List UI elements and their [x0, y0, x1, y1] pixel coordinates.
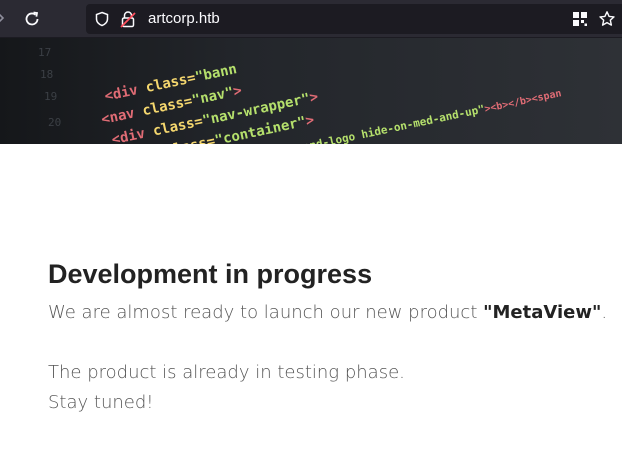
browser-toolbar: artcorp.htb — [0, 0, 622, 38]
page-title: Development in progress — [48, 259, 373, 289]
hero-banner: 17 18 19 20 <div class="bann <nav class=… — [0, 38, 622, 144]
code-background-image: 17 18 19 20 <div class="bann <nav class=… — [0, 38, 622, 144]
url-text[interactable]: artcorp.htb — [148, 10, 220, 28]
svg-text:20: 20 — [48, 116, 61, 129]
bookmark-star-icon[interactable] — [598, 10, 616, 28]
stay-tuned-text: Stay tuned! — [48, 392, 154, 413]
back-arrow-icon[interactable] — [0, 11, 6, 25]
svg-text:17: 17 — [38, 46, 51, 59]
reader-view-icon[interactable] — [572, 11, 588, 27]
lock-icon[interactable] — [120, 10, 136, 28]
url-bar[interactable]: artcorp.htb — [86, 4, 622, 34]
intro-paragraph: We are almost ready to launch our new pr… — [48, 298, 608, 328]
svg-text:19: 19 — [44, 90, 57, 103]
shield-icon[interactable] — [94, 11, 110, 27]
intro-suffix: . — [601, 302, 608, 323]
reload-icon[interactable] — [22, 9, 42, 29]
svg-text:18: 18 — [40, 68, 53, 81]
testing-text: The product is already in testing phase. — [48, 362, 405, 383]
intro-prefix: We are almost ready to launch our new pr… — [48, 302, 484, 323]
main-content: Development in progress We are almost re… — [48, 258, 608, 418]
product-name: "MetaView" — [483, 302, 602, 323]
